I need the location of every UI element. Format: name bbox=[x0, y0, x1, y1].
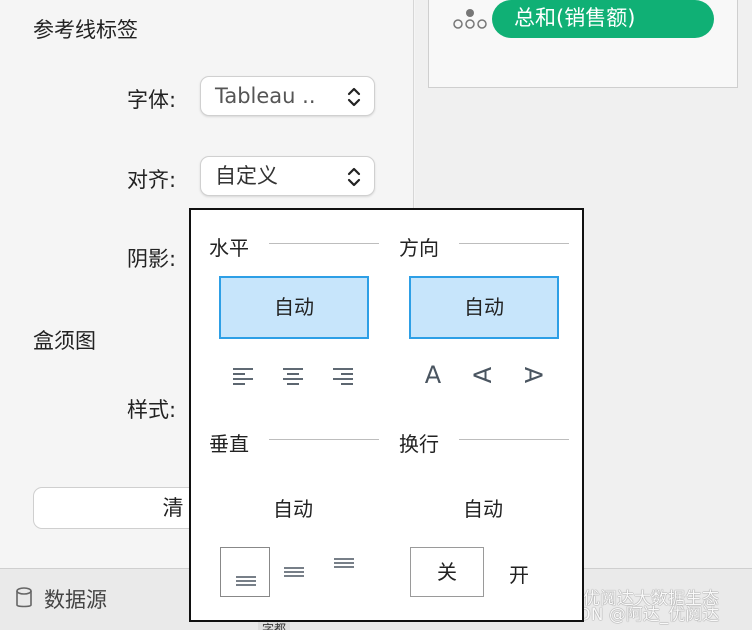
style-label: 样式: bbox=[127, 398, 177, 422]
shadow-label: 阴影: bbox=[127, 247, 177, 271]
updown-chevron-icon bbox=[347, 167, 361, 187]
boxplot-title: 盒须图 bbox=[33, 329, 96, 353]
sheet-tab-partial[interactable]: 字都 bbox=[258, 622, 291, 630]
align-label: 对齐: bbox=[127, 168, 177, 192]
align-right-icon[interactable] bbox=[328, 361, 358, 391]
direction-letter: A bbox=[518, 366, 547, 384]
horizontal-auto-button[interactable]: 自动 bbox=[219, 276, 369, 339]
clear-button[interactable]: 清 bbox=[33, 487, 213, 529]
align-left-icon[interactable] bbox=[228, 361, 258, 391]
ref-line-label-title: 参考线标签 bbox=[33, 18, 138, 42]
valign-middle-icon[interactable] bbox=[279, 557, 309, 587]
clear-button-label: 清 bbox=[162, 496, 184, 520]
valign-top-icon[interactable] bbox=[329, 548, 359, 578]
data-source-tab[interactable]: 数据源 bbox=[44, 584, 107, 614]
measure-pill-sum-sales[interactable]: 总和(销售额) bbox=[492, 0, 714, 38]
direction-letter: A bbox=[424, 361, 442, 389]
wrap-auto-option[interactable]: 自动 bbox=[463, 493, 503, 522]
wrap-on-option[interactable]: 开 bbox=[509, 559, 529, 588]
database-icon bbox=[16, 587, 32, 608]
align-select[interactable]: 自定义 bbox=[200, 156, 375, 196]
divider bbox=[459, 439, 569, 440]
text-rotate-down-icon[interactable]: A bbox=[518, 360, 548, 390]
text-rotate-up-icon[interactable]: A bbox=[468, 360, 498, 390]
align-center-icon[interactable] bbox=[278, 361, 308, 391]
vertical-heading: 垂直 bbox=[209, 432, 249, 456]
wrap-off-button[interactable]: 关 bbox=[410, 547, 484, 597]
divider bbox=[459, 243, 569, 244]
divider bbox=[269, 439, 379, 440]
direction-heading: 方向 bbox=[399, 236, 439, 260]
detail-dots-icon bbox=[453, 9, 487, 29]
measure-pill-label: 总和(销售额) bbox=[514, 6, 636, 30]
vertical-auto-option[interactable]: 自动 bbox=[273, 493, 313, 522]
divider bbox=[269, 243, 379, 244]
updown-chevron-icon bbox=[347, 87, 361, 107]
text-horizontal-icon[interactable]: A bbox=[418, 360, 448, 390]
horizontal-auto-label: 自动 bbox=[274, 295, 314, 319]
direction-auto-button[interactable]: 自动 bbox=[409, 276, 559, 339]
font-label: 字体: bbox=[127, 88, 177, 112]
alignment-popup: 水平 自动 方向 自动 A A A 垂直 自动 换行 自动 关 开 bbox=[189, 208, 584, 622]
font-select[interactable]: Tableau .. bbox=[200, 76, 375, 116]
direction-auto-label: 自动 bbox=[464, 295, 504, 319]
horizontal-heading: 水平 bbox=[209, 236, 249, 260]
direction-letter: A bbox=[468, 366, 497, 384]
wrap-off-label: 关 bbox=[437, 560, 457, 584]
align-select-value: 自定义 bbox=[215, 164, 278, 188]
font-select-value: Tableau .. bbox=[215, 84, 316, 108]
valign-bottom-icon[interactable] bbox=[220, 547, 270, 597]
wrap-heading: 换行 bbox=[399, 432, 439, 456]
